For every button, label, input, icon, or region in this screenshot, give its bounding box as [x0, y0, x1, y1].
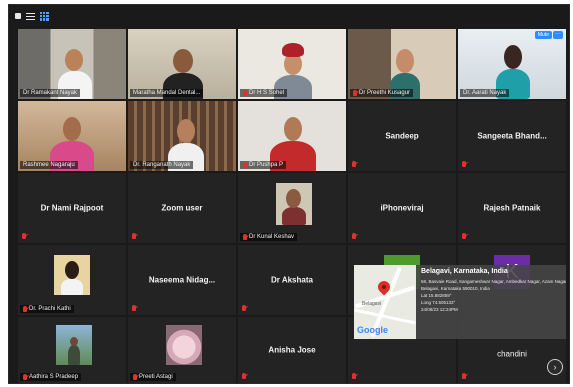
participant-tile[interactable]: Dr. Ranganath Nayak	[128, 101, 236, 171]
gps-location-stamp: Belagavi Google Belagavi, Karnataka, Ind…	[354, 265, 566, 339]
mic-muted-icon	[23, 306, 27, 312]
mic-muted-icon	[132, 233, 136, 239]
participant-name: Preeti Astagi	[130, 373, 176, 381]
participant-tile[interactable]: Anisha Jose	[238, 317, 346, 383]
map-place-label: Belagavi	[362, 301, 382, 307]
participant-name: Anisha Jose	[268, 345, 316, 355]
location-address-line2: Belagavi, Karnataka 590010, India	[421, 286, 490, 291]
participant-tile[interactable]: Dr. Prachi Kathi	[18, 245, 126, 315]
latitude: Lat 15.882859°	[421, 293, 452, 298]
participant-name: Dr. Aarati Nayak	[460, 89, 510, 97]
participant-name: Zoom user	[161, 203, 203, 213]
profile-picture	[56, 325, 92, 365]
mic-muted-icon	[462, 161, 466, 167]
participant-name: Maratha Mandal Dental...	[130, 89, 204, 97]
participant-tile[interactable]: Dr Kunal Keshav	[238, 173, 346, 243]
mic-muted-icon	[242, 305, 246, 311]
mic-muted-icon	[462, 233, 466, 239]
mic-muted-icon	[353, 90, 357, 96]
location-details: Belagavi, Karnataka, India 58, Basvaie R…	[416, 265, 566, 339]
profile-picture	[166, 325, 202, 365]
timestamp: 24/08/23 12:24PM	[421, 307, 458, 312]
participant-tile[interactable]: Dr Pushpa P	[238, 101, 346, 171]
mic-muted-icon	[352, 161, 356, 167]
mic-muted-icon	[22, 233, 26, 239]
next-page-button[interactable]: ›	[547, 359, 563, 375]
location-title: Belagavi, Karnataka, India	[421, 268, 508, 275]
participant-name: Aathira S Pradeep	[20, 373, 82, 381]
mic-muted-icon	[243, 234, 247, 240]
mic-muted-icon	[352, 373, 356, 379]
google-logo: Google	[357, 325, 388, 335]
participant-tile[interactable]: Dr H S Sohel	[238, 29, 346, 99]
location-address: 58, Basvaie Road, Sangameshwar Nagar, Am…	[421, 279, 566, 284]
mic-muted-icon	[352, 233, 356, 239]
mic-muted-icon	[462, 373, 466, 379]
location-map: Belagavi Google	[354, 265, 416, 339]
participant-tile[interactable]: Dr Akshata	[238, 245, 346, 315]
participant-tile[interactable]: Dr Nami Rajpoot	[18, 173, 126, 243]
participant-name: Dr. Ranganath Nayak	[130, 161, 194, 169]
participant-tile[interactable]: Dr Ramakant Nayak	[18, 29, 126, 99]
menu-icon[interactable]	[15, 13, 21, 19]
participant-name: Dr. Prachi Kathi	[20, 305, 74, 313]
participant-name: chandini	[497, 349, 527, 359]
participant-tile[interactable]: Aathira S Pradeep	[18, 317, 126, 383]
more-options-button[interactable]: ···	[553, 31, 563, 39]
participant-tile[interactable]: Sangeeta Bhand...	[458, 101, 566, 171]
participant-name: Sangeeta Bhand...	[477, 131, 547, 141]
participant-tile[interactable]: Rajesh Patnaik	[458, 173, 566, 243]
participant-name: Dr Kunal Keshav	[240, 233, 298, 241]
participant-name: Dr Nami Rajpoot	[40, 203, 104, 213]
participant-name: Naseema Nidag...	[148, 275, 216, 285]
participant-name: Dr Akshata	[271, 275, 313, 285]
participant-name: Rajesh Patnaik	[483, 203, 541, 213]
list-icon[interactable]	[26, 12, 35, 20]
longitude: Long 74.505133°	[421, 300, 456, 305]
participant-tile[interactable]: Zoom user	[128, 173, 236, 243]
mic-muted-icon	[243, 90, 247, 96]
participant-name: Rashmee Nagaraju	[20, 161, 78, 169]
mic-muted-icon	[242, 373, 246, 379]
participant-name: Dr Ramakant Nayak	[20, 89, 81, 97]
participant-tile[interactable]: Rashmee Nagaraju	[18, 101, 126, 171]
participant-tile[interactable]: iPhoneviraj	[348, 173, 456, 243]
grid-view-icon[interactable]	[40, 11, 49, 21]
profile-picture	[54, 255, 90, 295]
participant-tile[interactable]: Sandeep	[348, 101, 456, 171]
participant-name: Sandeep	[385, 131, 419, 141]
participant-name: Dr Pushpa P	[240, 161, 287, 169]
participant-tile[interactable]: Mute ··· Dr. Aarati Nayak	[458, 29, 566, 99]
mic-muted-icon	[133, 374, 137, 380]
participant-tile[interactable]: Naseema Nidag...	[128, 245, 236, 315]
mute-button[interactable]: Mute	[534, 31, 552, 39]
profile-picture	[276, 183, 312, 225]
participant-name: Dr Preethi Kusagur	[350, 89, 414, 97]
participant-tile[interactable]: Maratha Mandal Dental...	[128, 29, 236, 99]
mic-muted-icon	[23, 374, 27, 380]
mic-muted-icon	[243, 162, 247, 168]
meeting-window: Dr Ramakant Nayak Maratha Mandal Dental.…	[8, 4, 570, 384]
participant-tile[interactable]: Dr Preethi Kusagur	[348, 29, 456, 99]
participant-tile[interactable]: Preeti Astagi	[128, 317, 236, 383]
meeting-toolbar	[9, 5, 569, 27]
participant-name: Dr H S Sohel	[240, 89, 288, 97]
participant-name: iPhoneviraj	[380, 203, 424, 213]
mic-muted-icon	[132, 305, 136, 311]
